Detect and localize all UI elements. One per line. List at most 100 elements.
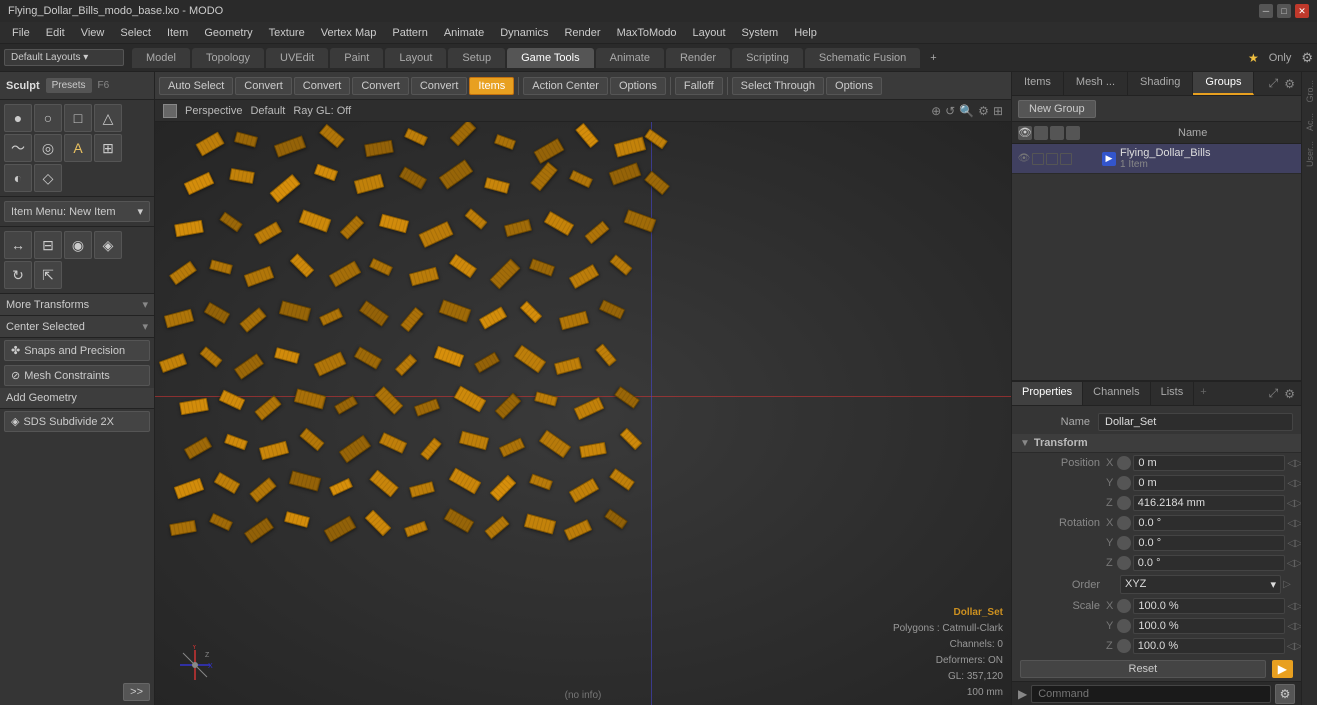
pos-x-lock[interactable]: ◁ [1287, 457, 1295, 469]
tool-diamond[interactable]: ◇ [34, 164, 62, 192]
group-toggle-2[interactable] [1046, 153, 1058, 165]
menu-maxtomodo[interactable]: MaxToModo [609, 25, 685, 41]
scale-x-lock[interactable]: ◁ [1287, 600, 1295, 612]
close-button[interactable]: ✕ [1295, 4, 1309, 18]
menu-geometry[interactable]: Geometry [196, 25, 260, 41]
tab-paint[interactable]: Paint [330, 48, 383, 68]
prop-expand-icon[interactable]: ⤢ [1267, 384, 1281, 403]
rot-x-input[interactable] [1133, 515, 1285, 531]
convert3-button[interactable]: Convert [352, 77, 409, 95]
scale-x-input[interactable] [1133, 598, 1285, 614]
sds-button[interactable]: ◈ SDS Subdivide 2X [4, 411, 150, 432]
presets-button[interactable]: Presets [46, 78, 92, 93]
order-dropdown[interactable]: XYZ ▾ [1120, 575, 1281, 594]
menu-pattern[interactable]: Pattern [384, 25, 435, 41]
prop-name-value[interactable]: Dollar_Set [1098, 413, 1293, 431]
command-execute-button[interactable]: ⚙ [1275, 684, 1295, 704]
right-gear-icon[interactable]: ⚙ [1282, 75, 1297, 93]
mesh-constraints-button[interactable]: ⊘ Mesh Constraints [4, 365, 150, 386]
transform-move[interactable]: ↔ [4, 231, 32, 259]
scale-z-lock[interactable]: ◁ [1287, 640, 1295, 652]
prop-tab-properties[interactable]: Properties [1012, 382, 1083, 405]
transform-scale[interactable]: ⇱ [34, 261, 62, 289]
menu-file[interactable]: File [4, 25, 38, 41]
options1-button[interactable]: Options [610, 77, 666, 95]
menu-layout[interactable]: Layout [684, 25, 733, 41]
tool-wave[interactable]: 〜 [4, 134, 32, 162]
action-center-button[interactable]: Action Center [523, 77, 608, 95]
tab-shading[interactable]: Shading [1128, 72, 1193, 95]
gear-icon[interactable]: ⚙ [1301, 50, 1313, 66]
viewport[interactable]: Dollar_Set Polygons : Catmull-Clark Chan… [155, 122, 1011, 705]
select-through-button[interactable]: Select Through [732, 77, 824, 95]
tool-sphere[interactable]: ○ [34, 104, 62, 132]
transform-grid[interactable]: ⊟ [34, 231, 62, 259]
add-tab-button[interactable]: + [922, 48, 944, 68]
tab-uvedit[interactable]: UVEdit [266, 48, 328, 68]
rot-x-lock[interactable]: ◁ [1287, 517, 1295, 529]
transform-diamond[interactable]: ◈ [94, 231, 122, 259]
items-button[interactable]: Items [469, 77, 514, 95]
add-prop-tab-button[interactable]: + [1194, 382, 1212, 405]
tab-mesh[interactable]: Mesh ... [1064, 72, 1128, 95]
pos-x-input[interactable] [1133, 455, 1285, 471]
viewport-ctrl-5[interactable]: ⊞ [993, 104, 1003, 118]
menu-system[interactable]: System [734, 25, 787, 41]
menu-texture[interactable]: Texture [261, 25, 313, 41]
menu-select[interactable]: Select [112, 25, 159, 41]
group-toggle-1[interactable] [1032, 153, 1044, 165]
menu-item[interactable]: Item [159, 25, 196, 41]
rot-z-input[interactable] [1133, 555, 1285, 571]
tab-setup[interactable]: Setup [448, 48, 505, 68]
scale-z-input[interactable] [1133, 638, 1285, 654]
new-group-button[interactable]: New Group [1018, 100, 1096, 118]
pos-z-lock[interactable]: ◁ [1287, 497, 1295, 509]
tab-schematic[interactable]: Schematic Fusion [805, 48, 920, 68]
prop-tab-channels[interactable]: Channels [1083, 382, 1150, 405]
center-selected-dropdown[interactable]: Center Selected ▾ [0, 316, 154, 338]
item-menu-dropdown[interactable]: Item Menu: New Item ▾ [4, 201, 150, 222]
menu-edit[interactable]: Edit [38, 25, 73, 41]
command-input[interactable] [1031, 685, 1271, 703]
add-geometry-dropdown[interactable]: Add Geometry [0, 388, 154, 409]
snaps-button[interactable]: ✤ Snaps and Precision [4, 340, 150, 361]
group-toggle-3[interactable] [1060, 153, 1072, 165]
tab-gametools[interactable]: Game Tools [507, 48, 594, 68]
menu-vertexmap[interactable]: Vertex Map [313, 25, 385, 41]
transform-rotate[interactable]: ↻ [4, 261, 32, 289]
viewport-ctrl-2[interactable]: ↺ [945, 104, 955, 118]
tab-layout[interactable]: Layout [385, 48, 446, 68]
pos-z-input[interactable] [1133, 495, 1285, 511]
scale-y-lock[interactable]: ◁ [1287, 620, 1295, 632]
group-eye-toggle[interactable]: 👁 [1018, 153, 1030, 165]
options2-button[interactable]: Options [826, 77, 882, 95]
menu-render[interactable]: Render [556, 25, 608, 41]
tool-grid[interactable]: ⊞ [94, 134, 122, 162]
minimize-button[interactable]: ─ [1259, 4, 1273, 18]
prop-gear-icon[interactable]: ⚙ [1282, 385, 1297, 403]
tool-cube[interactable]: □ [64, 104, 92, 132]
reset-arrow-button[interactable]: ▶ [1272, 660, 1293, 678]
tab-model[interactable]: Model [132, 48, 190, 68]
tab-render[interactable]: Render [666, 48, 730, 68]
pos-y-lock[interactable]: ◁ [1287, 477, 1295, 489]
order-arrow[interactable]: ▷ [1281, 579, 1293, 591]
tab-items[interactable]: Items [1012, 72, 1064, 95]
transform-section[interactable]: ▼ Transform [1012, 434, 1301, 453]
tool-sphere2[interactable]: ◐ [4, 164, 32, 192]
viewport-ctrl-3[interactable]: 🔍 [959, 104, 974, 118]
rot-y-input[interactable] [1133, 535, 1285, 551]
convert1-button[interactable]: Convert [235, 77, 292, 95]
convert2-button[interactable]: Convert [294, 77, 351, 95]
viewport-ctrl-4[interactable]: ⚙ [978, 104, 989, 118]
view-cube-icon[interactable] [163, 104, 177, 118]
rot-y-lock[interactable]: ◁ [1287, 537, 1295, 549]
menu-dynamics[interactable]: Dynamics [492, 25, 556, 41]
rot-z-lock[interactable]: ◁ [1287, 557, 1295, 569]
menu-help[interactable]: Help [786, 25, 825, 41]
expand-sidebar-button[interactable]: >> [123, 683, 150, 701]
tab-animate[interactable]: Animate [596, 48, 664, 68]
menu-view[interactable]: View [73, 25, 113, 41]
convert4-button[interactable]: Convert [411, 77, 468, 95]
maximize-button[interactable]: □ [1277, 4, 1291, 18]
